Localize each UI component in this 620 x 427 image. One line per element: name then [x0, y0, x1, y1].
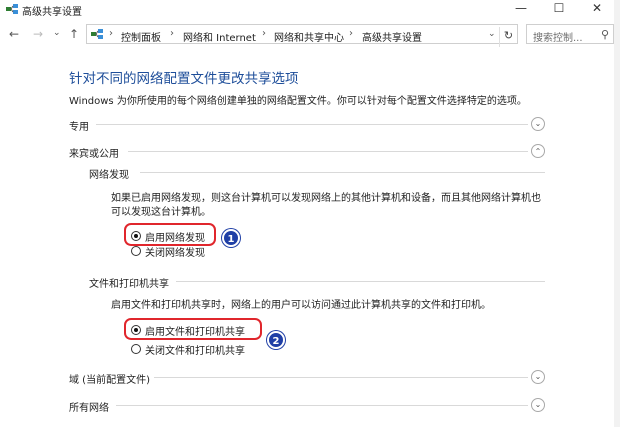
address-bar[interactable]: › 控制面板 › 网络和 Internet › 网络和共享中心 › 高级共享设置… — [86, 24, 518, 47]
divider — [128, 151, 528, 152]
recent-pages-dropdown[interactable]: ⌄ — [53, 28, 61, 38]
breadcrumb-separator[interactable]: › — [262, 28, 266, 39]
close-button[interactable]: ✕ — [582, 0, 612, 18]
expand-all-networks-chevron-icon[interactable]: ⌄ — [531, 398, 545, 412]
profile-all-networks-label[interactable]: 所有网络 — [69, 399, 109, 414]
highlight-callout — [124, 318, 262, 340]
expand-domain-chevron-icon[interactable]: ⌄ — [531, 370, 545, 384]
profile-domain-label[interactable]: 域 (当前配置文件) — [69, 371, 150, 386]
forward-button[interactable]: → — [33, 27, 43, 41]
address-dropdown[interactable]: ⌄ — [488, 29, 496, 39]
divider — [140, 172, 545, 173]
breadcrumb-network-internet[interactable]: 网络和 Internet — [183, 29, 256, 44]
divider — [96, 124, 528, 125]
back-button[interactable]: ← — [9, 27, 19, 41]
breadcrumb-separator: › — [109, 28, 113, 39]
breadcrumb-separator[interactable]: › — [349, 28, 353, 39]
address-toolbar: ← → ⌄ ↑ › 控制面板 › 网络和 Internet › 网络和共享中心 … — [0, 22, 620, 47]
expand-private-chevron-icon[interactable]: ⌄ — [531, 117, 545, 131]
network-discovery-text-line1: 如果已启用网络发现，则这台计算机可以发现网络上的其他计算机和设备，而且其他网络计… — [111, 193, 541, 204]
title-bar: 高级共享设置 — ☐ ✕ — [0, 0, 620, 18]
breadcrumb-separator[interactable]: › — [170, 28, 174, 39]
search-input[interactable]: 搜索控制... — [533, 29, 583, 44]
file-sharing-off-radio[interactable] — [131, 344, 141, 354]
step-badge-1: 1 — [222, 229, 240, 247]
network-discovery-off-radio[interactable] — [131, 246, 141, 256]
window-edge — [614, 0, 620, 427]
minimize-button[interactable]: — — [506, 0, 536, 18]
network-discovery-text-line2: 可以发现这台计算机。 — [111, 207, 211, 218]
highlight-callout — [124, 223, 216, 246]
window-title: 高级共享设置 — [22, 7, 82, 18]
file-printer-sharing-title: 文件和打印机共享 — [89, 279, 169, 290]
network-icon — [6, 4, 18, 14]
divider — [116, 405, 528, 406]
maximize-button[interactable]: ☐ — [544, 0, 574, 18]
step-badge-2: 2 — [267, 331, 285, 349]
profile-private-label[interactable]: 专用 — [69, 118, 89, 133]
divider — [154, 377, 528, 378]
collapse-guest-public-chevron-icon[interactable]: ⌃ — [531, 144, 545, 158]
refresh-button[interactable]: ↻ — [499, 27, 517, 47]
page-description: Windows 为你所使用的每个网络创建单独的网络配置文件。你可以针对每个配置文… — [69, 96, 527, 107]
search-icon[interactable]: ⚲ — [601, 28, 609, 41]
breadcrumb-network-sharing-center[interactable]: 网络和共享中心 — [274, 29, 344, 44]
breadcrumb-control-panel[interactable]: 控制面板 — [121, 29, 161, 44]
divider — [176, 281, 545, 282]
page-title: 针对不同的网络配置文件更改共享选项 — [69, 71, 299, 87]
file-sharing-off-label[interactable]: 关闭文件和打印机共享 — [145, 342, 245, 357]
profile-guest-public-label[interactable]: 来宾或公用 — [69, 145, 119, 160]
breadcrumb-advanced-sharing[interactable]: 高级共享设置 — [362, 29, 422, 44]
file-printer-sharing-text: 启用文件和打印机共享时，网络上的用户可以访问通过此计算机共享的文件和打印机。 — [111, 300, 491, 311]
network-discovery-title: 网络发现 — [89, 170, 129, 181]
up-button[interactable]: ↑ — [69, 27, 79, 41]
search-box[interactable]: 搜索控制... ⚲ — [526, 24, 614, 44]
network-discovery-off-label[interactable]: 关闭网络发现 — [145, 244, 205, 259]
network-icon — [91, 29, 103, 39]
